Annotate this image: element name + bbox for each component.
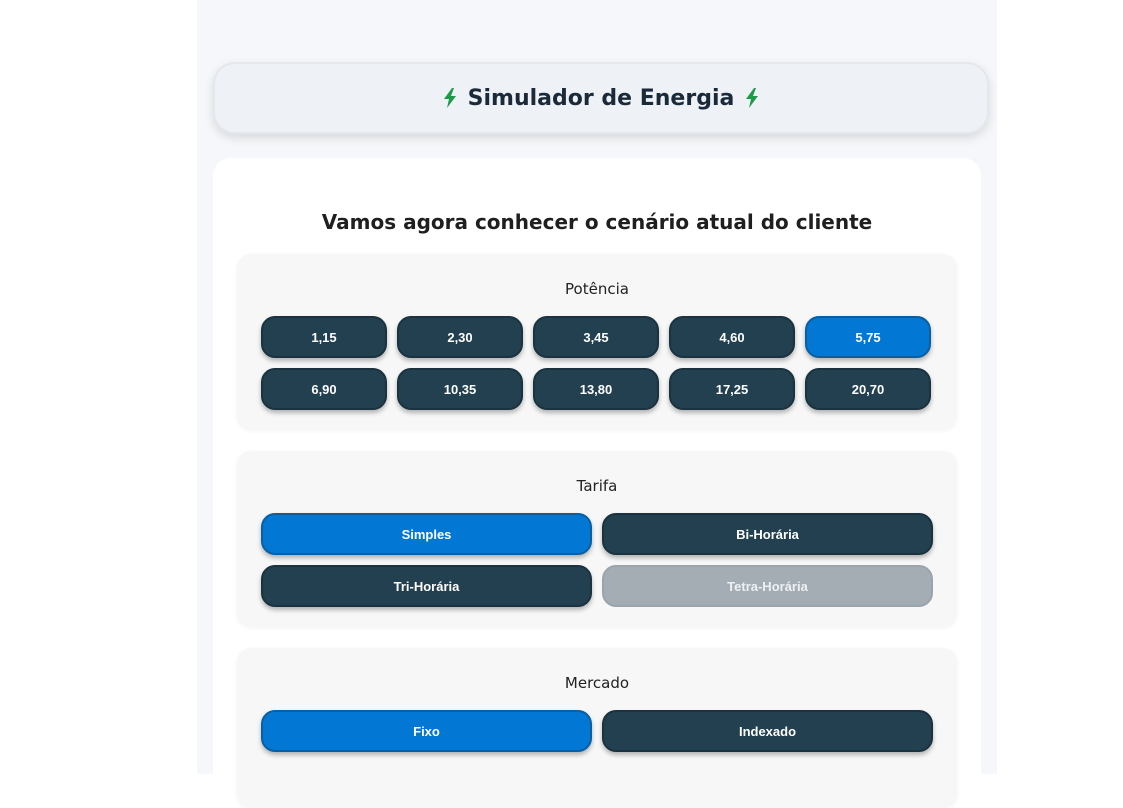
potencia-option-5-75[interactable]: 5,75 <box>805 316 931 358</box>
mercado-options: Fixo Indexado <box>261 710 933 752</box>
lightning-bolt-icon <box>443 88 456 108</box>
tarifa-option-bi-horaria[interactable]: Bi-Horária <box>602 513 933 555</box>
potencia-options: 1,15 2,30 3,45 4,60 5,75 6,90 10,35 13,8… <box>261 316 931 410</box>
potencia-option-4-60[interactable]: 4,60 <box>669 316 795 358</box>
tarifa-options: Simples Bi-Horária Tri-Horária Tetra-Hor… <box>261 513 933 607</box>
mercado-label: Mercado <box>564 674 630 692</box>
tarifa-option-tetra-horaria[interactable]: Tetra-Horária <box>602 565 933 607</box>
potencia-option-17-25[interactable]: 17,25 <box>669 368 795 410</box>
tarifa-option-tri-horaria[interactable]: Tri-Horária <box>261 565 592 607</box>
tarifa-option-simples[interactable]: Simples <box>261 513 592 555</box>
tarifa-section: Tarifa Simples Bi-Horária Tri-Horária Te… <box>237 451 957 627</box>
page-title: Vamos agora conhecer o cenário atual do … <box>321 210 873 234</box>
tarifa-label: Tarifa <box>576 477 618 495</box>
potencia-label: Potência <box>565 280 629 298</box>
mercado-section: Mercado Fixo Indexado <box>237 648 957 808</box>
potencia-option-13-80[interactable]: 13,80 <box>533 368 659 410</box>
mercado-option-fixo[interactable]: Fixo <box>261 710 592 752</box>
header-card: Simulador de Energia <box>213 62 989 134</box>
lightning-bolt-icon <box>746 88 759 108</box>
potencia-section: Potência 1,15 2,30 3,45 4,60 5,75 6,90 1… <box>237 254 957 430</box>
app-title: Simulador de Energia <box>467 85 735 111</box>
mercado-option-indexado[interactable]: Indexado <box>602 710 933 752</box>
potencia-option-6-90[interactable]: 6,90 <box>261 368 387 410</box>
potencia-option-10-35[interactable]: 10,35 <box>397 368 523 410</box>
potencia-option-3-45[interactable]: 3,45 <box>533 316 659 358</box>
potencia-option-20-70[interactable]: 20,70 <box>805 368 931 410</box>
main-card: Vamos agora conhecer o cenário atual do … <box>213 158 981 808</box>
potencia-option-1-15[interactable]: 1,15 <box>261 316 387 358</box>
app-column: Simulador de Energia Vamos agora conhece… <box>197 0 997 808</box>
potencia-option-2-30[interactable]: 2,30 <box>397 316 523 358</box>
